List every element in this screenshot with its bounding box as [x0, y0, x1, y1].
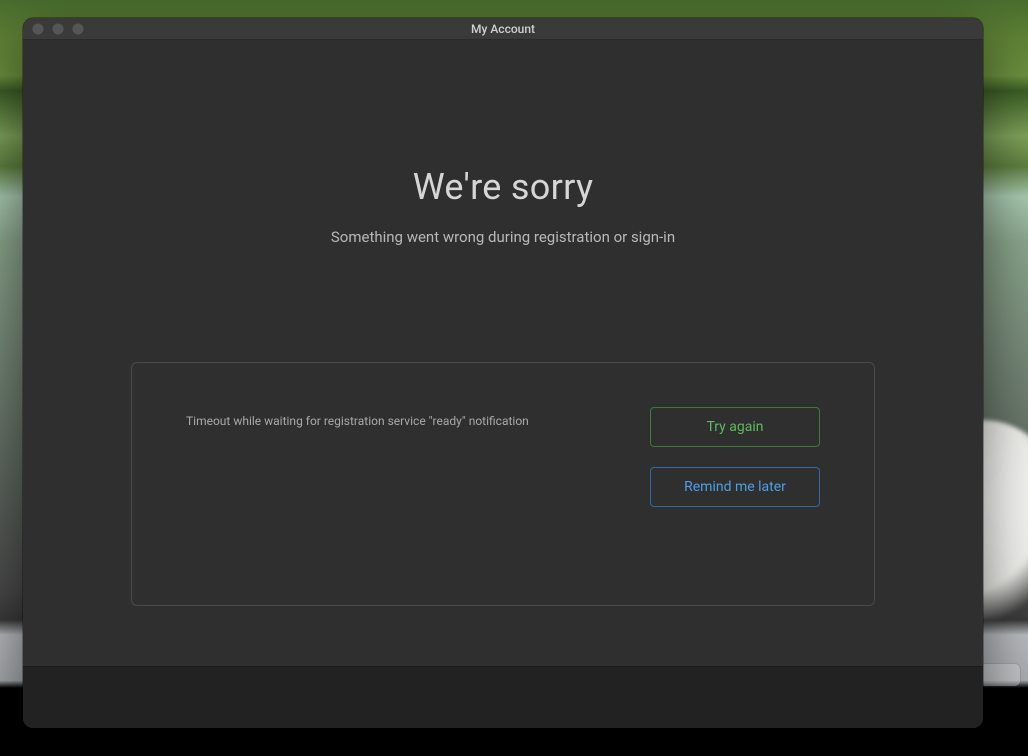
minimize-icon[interactable]: [52, 23, 64, 35]
account-window: My Account We're sorry Something went wr…: [23, 18, 983, 728]
try-again-button[interactable]: Try again: [650, 407, 820, 447]
error-message: Timeout while waiting for registration s…: [186, 413, 529, 561]
error-panel: Timeout while waiting for registration s…: [131, 362, 875, 606]
window-footer: [23, 666, 983, 728]
close-icon[interactable]: [32, 23, 44, 35]
page-subheading: Something went wrong during registration…: [331, 228, 675, 246]
window-controls: [32, 23, 84, 35]
remind-later-button[interactable]: Remind me later: [650, 467, 820, 507]
page-heading: We're sorry: [413, 166, 594, 208]
try-again-label: Try again: [706, 419, 763, 435]
panel-actions: Try again Remind me later: [650, 407, 820, 561]
titlebar[interactable]: My Account: [23, 18, 983, 40]
window-body: We're sorry Something went wrong during …: [23, 40, 983, 666]
maximize-icon[interactable]: [72, 23, 84, 35]
window-title: My Account: [23, 22, 983, 36]
remind-later-label: Remind me later: [684, 479, 786, 495]
